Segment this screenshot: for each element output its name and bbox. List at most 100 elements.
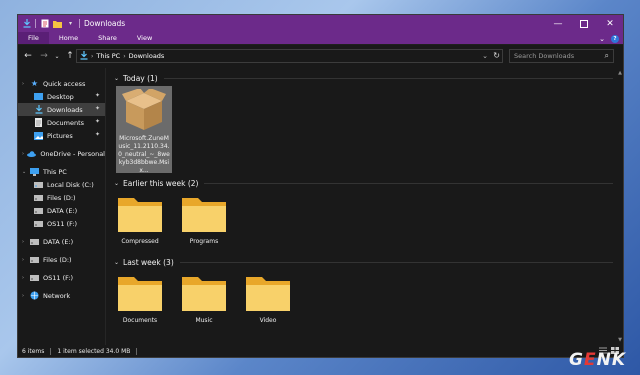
folder-item-documents[interactable]: Documents: [112, 273, 168, 325]
folder-item-compressed[interactable]: Compressed: [112, 194, 168, 246]
sidebar-item-drive-d[interactable]: Files (D:): [18, 191, 105, 204]
vertical-scrollbar[interactable]: ▲ ▼: [615, 68, 623, 345]
star-icon: ★: [30, 79, 39, 88]
collapse-chevron-icon[interactable]: ⌄: [22, 169, 30, 175]
breadcrumb-downloads[interactable]: Downloads: [126, 52, 168, 60]
folder-icon: [180, 194, 228, 236]
watermark-letter: NK: [596, 350, 626, 370]
group-header-last-week[interactable]: ⌄ Last week (3): [114, 256, 613, 268]
sidebar-item-label: Downloads: [47, 105, 83, 114]
watermark-letter: G: [569, 350, 584, 370]
documents-icon: [34, 118, 43, 127]
sidebar-item-data-e[interactable]: › DATA (E:): [18, 235, 105, 248]
folder-item-label: Documents: [122, 317, 158, 324]
window-title: Downloads: [84, 19, 126, 28]
sidebar-item-files-d[interactable]: › Files (D:): [18, 253, 105, 266]
scroll-down-icon[interactable]: ▼: [618, 337, 622, 343]
close-button[interactable]: ✕: [597, 15, 623, 32]
sidebar-item-quick-access[interactable]: › ★ Quick access: [18, 77, 105, 90]
group-header-label: Today (1): [123, 73, 158, 83]
sidebar-item-drive-e[interactable]: DATA (E:): [18, 204, 105, 217]
tab-view[interactable]: View: [127, 32, 162, 44]
folder-item-music[interactable]: Music: [176, 273, 232, 325]
file-view: ⌄ Today (1) Microsoft.ZuneMusic_11.2110.…: [106, 68, 623, 345]
folder-item-label: Compressed: [121, 238, 159, 245]
properties-icon[interactable]: [40, 19, 49, 28]
up-button[interactable]: ↑: [64, 50, 76, 62]
sidebar-item-this-pc[interactable]: ⌄ This PC: [18, 165, 105, 178]
network-icon: [30, 291, 39, 300]
sidebar-item-label: OS11 (F:): [47, 219, 78, 228]
new-folder-icon[interactable]: [53, 19, 62, 28]
sidebar-item-label: DATA (E:): [43, 237, 74, 246]
downloads-icon: [34, 105, 43, 114]
tab-share[interactable]: Share: [88, 32, 127, 44]
sidebar-item-network[interactable]: › Network: [18, 289, 105, 302]
drive-icon: [34, 220, 43, 228]
expand-chevron-icon[interactable]: ›: [22, 81, 30, 87]
expand-chevron-icon[interactable]: ›: [22, 293, 30, 299]
collapse-chevron-icon[interactable]: ⌄: [114, 180, 119, 187]
sidebar-item-pictures[interactable]: Pictures ✦: [18, 129, 105, 142]
expand-chevron-icon[interactable]: ›: [22, 275, 30, 281]
title-divider: [79, 19, 80, 28]
folder-item-programs[interactable]: Programs: [176, 194, 232, 246]
search-icon[interactable]: ⌕: [605, 51, 609, 61]
breadcrumb-this-pc[interactable]: This PC: [93, 52, 123, 60]
folder-item-video[interactable]: Video: [240, 273, 296, 325]
collapse-chevron-icon[interactable]: ⌄: [114, 259, 119, 266]
sidebar-item-onedrive[interactable]: › OneDrive - Personal: [18, 147, 105, 160]
drive-icon: [30, 238, 39, 246]
drive-icon: [30, 256, 39, 264]
expand-chevron-icon[interactable]: ›: [22, 239, 30, 245]
refresh-icon[interactable]: ↻: [493, 51, 500, 60]
desktop-icon: [34, 93, 43, 101]
group-header-today[interactable]: ⌄ Today (1): [114, 72, 613, 84]
tab-file[interactable]: File: [18, 32, 49, 44]
group-divider: [179, 261, 613, 263]
maximize-button[interactable]: [571, 15, 597, 32]
sidebar-item-label: Desktop: [47, 92, 74, 101]
customize-toolbar-chevron-icon[interactable]: ▾: [66, 19, 75, 28]
address-history-chevron-icon[interactable]: ⌄: [482, 52, 488, 60]
group-divider: [204, 182, 613, 184]
watermark-letter: E: [583, 350, 597, 370]
file-item-label: Microsoft.ZuneMusic_11.2110.34.0_neutral…: [118, 135, 170, 174]
group-header-earlier-this-week[interactable]: ⌄ Earlier this week (2): [114, 177, 613, 189]
sidebar-item-label: Network: [43, 291, 71, 300]
sidebar-item-downloads[interactable]: Downloads ✦: [18, 103, 105, 116]
collapse-chevron-icon[interactable]: ⌄: [114, 75, 119, 82]
pin-icon: ✦: [94, 118, 100, 125]
sidebar-item-documents[interactable]: Documents ✦: [18, 116, 105, 129]
address-field[interactable]: › This PC › Downloads ⌄ ↻: [76, 49, 503, 63]
expand-ribbon-chevron-icon[interactable]: ⌄: [599, 35, 605, 43]
sidebar-item-desktop[interactable]: Desktop ✦: [18, 90, 105, 103]
downloads-folder-icon: [77, 50, 91, 62]
help-icon[interactable]: ?: [611, 34, 619, 43]
group-header-label: Last week (3): [123, 257, 174, 267]
tab-home[interactable]: Home: [49, 32, 88, 44]
back-button[interactable]: ←: [22, 50, 34, 62]
sidebar-item-label: Quick access: [43, 79, 86, 88]
search-input[interactable]: Search Downloads ⌕: [509, 49, 614, 63]
forward-button[interactable]: →: [38, 50, 50, 62]
recent-locations-chevron-icon[interactable]: ⌄: [54, 50, 60, 62]
pin-icon: ✦: [94, 131, 100, 138]
sidebar-item-drive-f[interactable]: OS11 (F:): [18, 217, 105, 230]
file-item-zunemusic[interactable]: Microsoft.ZuneMusic_11.2110.34.0_neutral…: [116, 86, 172, 174]
expand-chevron-icon[interactable]: ›: [22, 257, 30, 263]
title-bar: ▾ Downloads — ✕: [18, 15, 623, 32]
item-count: 6 items: [22, 347, 45, 355]
sidebar-item-drive-c[interactable]: Local Disk (C:): [18, 178, 105, 191]
genk-watermark-logo: G E NK: [569, 350, 626, 370]
scroll-up-icon[interactable]: ▲: [618, 70, 622, 76]
folder-icon: [116, 273, 164, 315]
window-controls: — ✕: [545, 15, 623, 32]
sidebar-item-os11-f[interactable]: › OS11 (F:): [18, 271, 105, 284]
download-arrow-icon[interactable]: [22, 19, 31, 28]
sidebar-item-label: OneDrive - Personal: [40, 149, 105, 158]
minimize-button[interactable]: —: [545, 15, 571, 32]
folder-icon: [116, 194, 164, 236]
sidebar-item-label: OS11 (F:): [43, 273, 74, 282]
pin-icon: ✦: [94, 92, 100, 99]
